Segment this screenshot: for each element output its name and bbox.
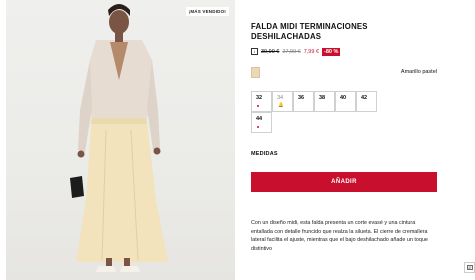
product-panel: FALDA MIDI TERMINACIONES DESHILACHADAS i…: [251, 22, 437, 252]
size-option-32[interactable]: 32: [251, 91, 272, 112]
size-label: 42: [361, 95, 368, 101]
info-icon[interactable]: i: [251, 48, 258, 55]
size-label: 40: [340, 95, 347, 101]
size-option-36[interactable]: 36: [293, 91, 314, 112]
add-to-cart-button[interactable]: AÑADIR: [251, 172, 437, 192]
message-icon: [466, 264, 473, 270]
size-label: 38: [319, 95, 326, 101]
size-option-44[interactable]: 44: [251, 112, 272, 133]
size-option-42[interactable]: 42: [356, 91, 377, 112]
low-stock-dot-icon: [257, 126, 259, 128]
size-label: 44: [256, 116, 263, 122]
size-label: 34: [277, 95, 284, 101]
product-description: Con un diseño midi, esta falda presenta …: [251, 220, 428, 252]
color-name: Amarillo pastel: [400, 69, 437, 75]
size-option-38[interactable]: 38: [314, 91, 335, 112]
original-price: 39,99 €: [261, 48, 280, 55]
price-row: i 39,99 € 27,99 € 7,99 € -80 %: [251, 47, 437, 56]
bell-icon: 🔔: [278, 102, 284, 107]
chat-icon[interactable]: [464, 262, 475, 273]
size-row: 44: [251, 112, 437, 133]
size-option-40[interactable]: 40: [335, 91, 356, 112]
color-swatch[interactable]: [251, 67, 260, 78]
size-label: 36: [298, 95, 305, 101]
model-illustration: [70, 4, 168, 272]
size-row: 32 34 🔔 36 38 40 42: [251, 91, 437, 112]
current-price: 7,99 €: [303, 48, 320, 55]
previous-price: 27,99 €: [282, 48, 301, 55]
best-seller-badge: ¡MÁS VENDIDO!: [185, 7, 229, 16]
measures-link[interactable]: MEDIDAS: [251, 151, 278, 157]
size-grid: 32 34 🔔 36 38 40 42 44: [251, 91, 437, 133]
low-stock-dot-icon: [257, 105, 259, 107]
size-option-34[interactable]: 34 🔔: [272, 91, 293, 112]
size-label: 32: [256, 95, 263, 101]
product-image[interactable]: ¡MÁS VENDIDO!: [6, 0, 235, 280]
product-title: FALDA MIDI TERMINACIONES DESHILACHADAS: [251, 22, 368, 41]
discount-badge: -80 %: [322, 47, 341, 56]
color-selector: Amarillo pastel: [251, 67, 437, 78]
